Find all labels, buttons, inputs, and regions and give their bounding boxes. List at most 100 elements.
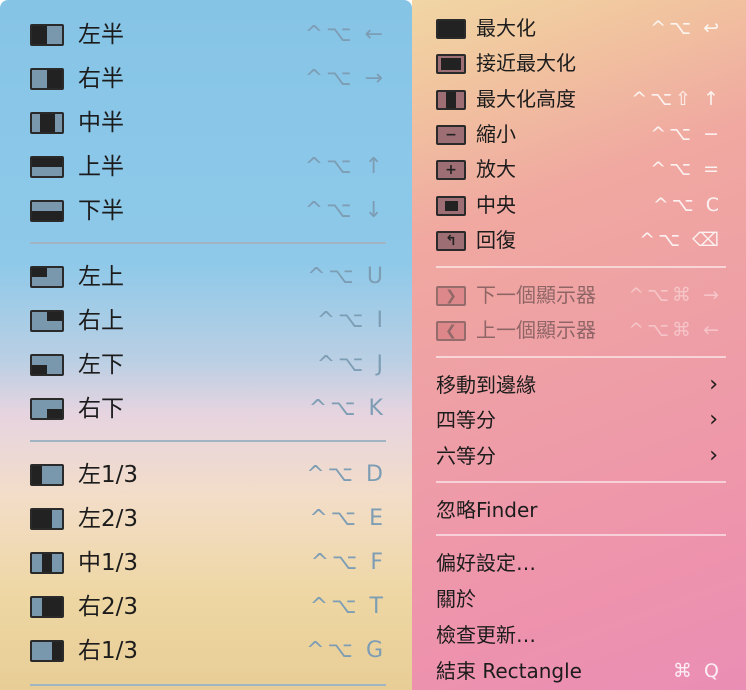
left-menu-item[interactable]: 右2/3 ^⌥ T [0, 586, 412, 626]
left-menu-item[interactable]: 右半 ^⌥ → [0, 58, 412, 98]
menu-item-shortcut: ^⌥ → [304, 66, 386, 91]
menu-item-label: 右1/3 [78, 638, 139, 664]
submenu-item[interactable]: 移動到邊緣 › [412, 368, 746, 402]
app-menu-item[interactable]: 偏好設定… [412, 546, 746, 580]
next-display-icon: ❯ [436, 286, 466, 306]
menu-item-shortcut: ^⌥⌘ → [628, 284, 722, 306]
app-menu-item[interactable]: 檢查更新… [412, 618, 746, 652]
menu-separator [436, 534, 726, 536]
restore-icon: ↰ [436, 231, 466, 251]
menu-item-label: 中央 [476, 193, 516, 217]
menu-item-label: 結束 Rectangle [436, 659, 582, 683]
left-half-icon [30, 24, 64, 46]
previous-display-icon: ❮ [436, 321, 466, 341]
menu-item-label: 接近最大化 [476, 51, 576, 75]
app-menu-item[interactable]: 關於 [412, 582, 746, 616]
menu-item-shortcut: ^⌥ ↓ [304, 198, 386, 223]
menu-item-label: 最大化 [476, 16, 536, 40]
menu-item-shortcut: ^⌥ J [316, 352, 386, 377]
center-icon [436, 196, 466, 216]
menu-item-label: 左半 [78, 22, 124, 48]
menu-item-label: 左2/3 [78, 506, 139, 532]
menu-item-shortcut: ^⌥ ⌫ [639, 229, 722, 251]
right-menu-item[interactable]: ↰ 回復 ^⌥ ⌫ [412, 223, 746, 257]
menu-item-label: 回復 [476, 228, 516, 252]
maximize-height-icon [436, 90, 466, 110]
menu-item-shortcut: ^⌥⌘ ← [628, 319, 722, 341]
menu-item-shortcut: ^⌥ C [652, 194, 722, 216]
menu-item-shortcut: ^⌥ G [306, 638, 386, 663]
left-menu-item[interactable]: 右1/3 ^⌥ G [0, 630, 412, 670]
menu-item-shortcut: ^⌥ ↩ [650, 17, 722, 39]
menu-item-label: 左上 [78, 264, 124, 290]
chevron-right-icon: › [709, 443, 718, 468]
menu-separator [436, 266, 726, 268]
menu-item-label: 中1/3 [78, 550, 139, 576]
right-menu-item[interactable]: − 縮小 ^⌥ − [412, 117, 746, 151]
menu-item-shortcut: ^⌥ U [307, 264, 386, 289]
menu-item-shortcut: ^⌥⇧ ↑ [631, 88, 722, 110]
right-menu-item[interactable]: + 放大 ^⌥ = [412, 152, 746, 186]
app-menu-item[interactable]: 結束 Rectangle ⌘ Q [412, 654, 746, 688]
menu-item-shortcut: ^⌥ ↑ [304, 154, 386, 179]
top-half-icon [30, 156, 64, 178]
menu-item-label: 檢查更新… [436, 623, 536, 647]
submenu-item[interactable]: 六等分 › [412, 439, 746, 473]
menu-separator [436, 481, 726, 483]
submenu-item[interactable]: 四等分 › [412, 403, 746, 437]
left-menu-item[interactable]: 左1/3 ^⌥ D [0, 454, 412, 494]
first-third-icon [30, 464, 64, 486]
last-two-thirds-icon [30, 596, 64, 618]
menu-item-shortcut: ⌘ Q [673, 660, 722, 682]
right-menu-item[interactable]: 中央 ^⌥ C [412, 188, 746, 222]
menu-item-shortcut: ^⌥ I [316, 308, 386, 333]
right-menu-item[interactable]: 最大化 ^⌥ ↩ [412, 11, 746, 45]
menu-item-shortcut: ^⌥ T [309, 594, 386, 619]
chevron-right-icon: › [709, 372, 718, 397]
menu-item-label: 下半 [78, 198, 124, 224]
snap-menu-left: 左半 ^⌥ ← 右半 ^⌥ → 中半上半 ^⌥ ↑ 下半 ^⌥ ↓ 左上 ^⌥ U 右上 ^⌥ I 左下… [0, 0, 412, 690]
first-two-thirds-icon [30, 508, 64, 530]
menu-item-shortcut: ^⌥ ← [304, 22, 386, 47]
right-menu-item: ❯ 下一個顯示器 ^⌥⌘ → [412, 278, 746, 312]
right-menu-item: ❮ 上一個顯示器 ^⌥⌘ ← [412, 313, 746, 347]
top-right-icon [30, 310, 64, 332]
left-menu-item[interactable]: 下半 ^⌥ ↓ [0, 190, 412, 230]
left-menu-item[interactable]: 左2/3 ^⌥ E [0, 498, 412, 538]
right-menu-item[interactable]: 最大化高度 ^⌥⇧ ↑ [412, 82, 746, 116]
menu-item-label: 忽略Finder [436, 498, 538, 522]
left-menu-item[interactable]: 右下 ^⌥ K [0, 388, 412, 428]
center-half-icon [30, 112, 64, 134]
right-menu-item[interactable]: 接近最大化 [412, 46, 746, 80]
menu-item-label: 四等分 [436, 408, 496, 432]
left-menu-item[interactable]: 左半 ^⌥ ← [0, 14, 412, 54]
menu-item-label: 六等分 [436, 444, 496, 468]
menu-item-label: 右2/3 [78, 594, 139, 620]
ignore-app-item[interactable]: 忽略Finder [412, 493, 746, 527]
left-menu-item[interactable]: 左上 ^⌥ U [0, 256, 412, 296]
menu-separator [436, 356, 726, 358]
top-left-icon [30, 266, 64, 288]
center-third-icon [30, 552, 64, 574]
menu-item-label: 偏好設定… [436, 551, 536, 575]
menu-item-label: 放大 [476, 157, 516, 181]
left-menu-item[interactable]: 上半 ^⌥ ↑ [0, 146, 412, 186]
left-menu-item[interactable]: 左下 ^⌥ J [0, 344, 412, 384]
menu-separator [30, 242, 386, 244]
snap-menu-right: 最大化 ^⌥ ↩ 接近最大化 最大化高度 ^⌥⇧ ↑ − 縮小 ^⌥ − + 放大 ^⌥ = 中央 ^⌥… [412, 0, 746, 690]
right-half-icon [30, 68, 64, 90]
larger-icon: + [436, 160, 466, 180]
maximize-icon [436, 19, 466, 39]
left-menu-item[interactable]: 右上 ^⌥ I [0, 300, 412, 340]
menu-item-label: 左下 [78, 352, 124, 378]
smaller-icon: − [436, 125, 466, 145]
bottom-right-icon [30, 398, 64, 420]
left-menu-item[interactable]: 中半 [0, 102, 412, 142]
menu-item-label: 中半 [78, 110, 124, 136]
menu-item-label: 縮小 [476, 122, 516, 146]
menu-item-shortcut: ^⌥ E [309, 506, 386, 531]
almost-maximize-icon [436, 54, 466, 74]
chevron-right-icon: › [709, 407, 718, 432]
menu-item-label: 右上 [78, 308, 124, 334]
left-menu-item[interactable]: 中1/3 ^⌥ F [0, 542, 412, 582]
